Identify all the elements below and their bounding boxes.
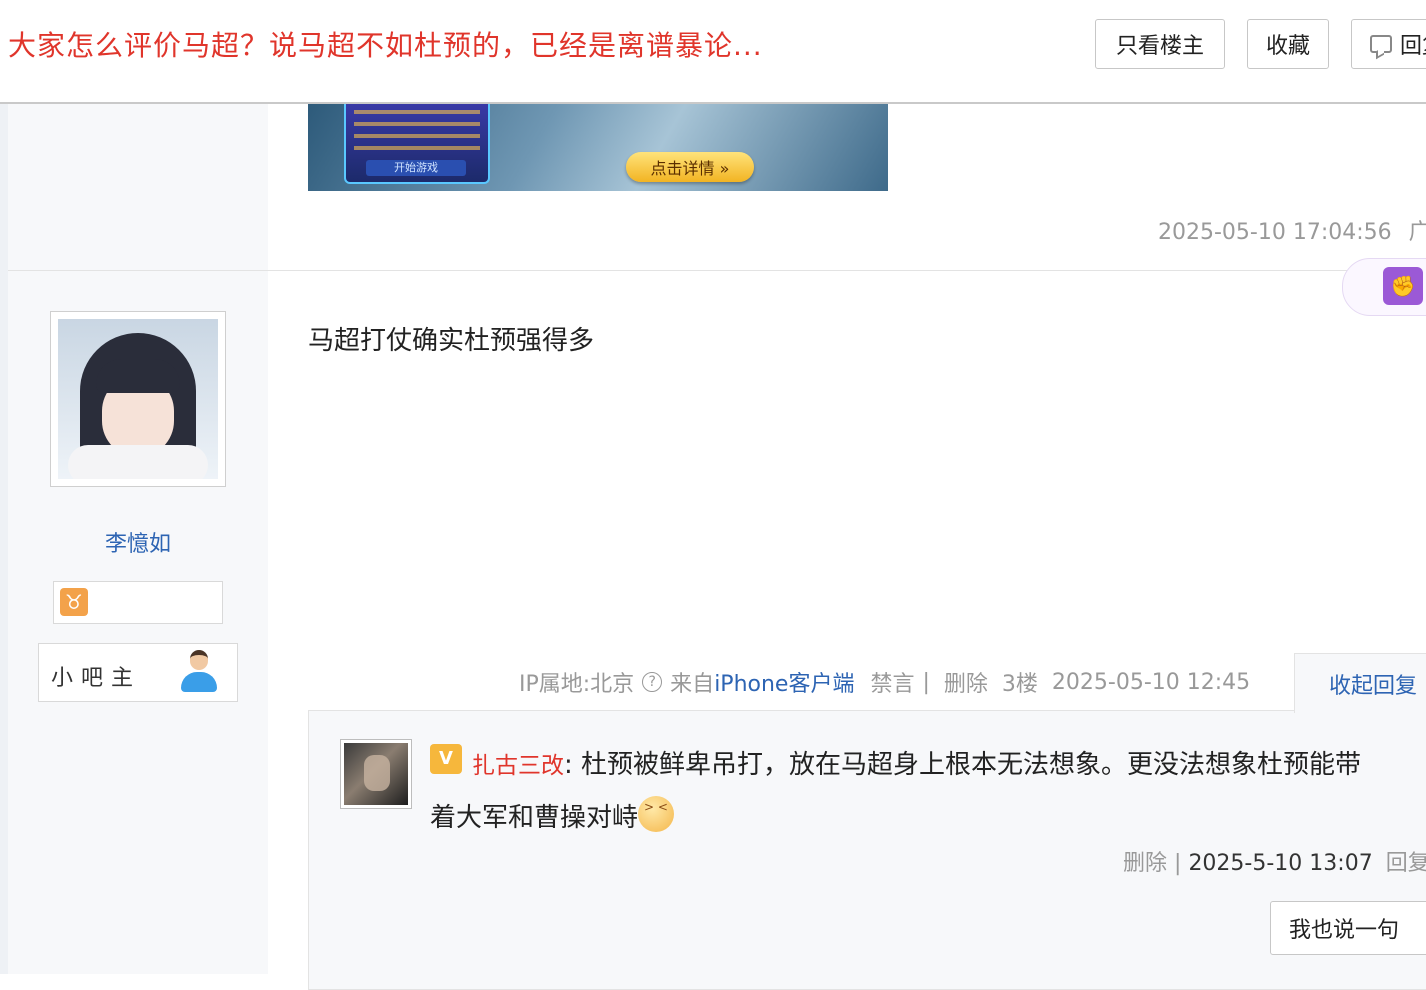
reply-button[interactable]: 回复 bbox=[1351, 19, 1426, 69]
comment-icon bbox=[1370, 35, 1392, 53]
help-icon[interactable]: ? bbox=[642, 672, 663, 692]
ad-banner[interactable]: 开始游戏 点击详情 » bbox=[308, 102, 888, 191]
reply-reply-link[interactable]: 回复 bbox=[1386, 851, 1426, 876]
reply-button-label: 回复 bbox=[1400, 34, 1426, 59]
side-floating-badge[interactable]: ✊ bbox=[1342, 258, 1426, 316]
ad-start-label: 开始游戏 bbox=[366, 160, 466, 176]
ad-timestamp: 2025-05-10 17:04:56 广告 bbox=[1158, 214, 1426, 246]
ban-link[interactable]: 禁言 bbox=[870, 666, 914, 698]
favorite-button[interactable]: 收藏 bbox=[1247, 19, 1329, 69]
ad-time-value: 2025-05-10 17:04:56 bbox=[1158, 220, 1392, 245]
author-name[interactable]: 李憶如 bbox=[8, 526, 268, 558]
add-comment-button[interactable]: 我也说一句 bbox=[1270, 901, 1426, 955]
reply-delete-link[interactable]: 删除 bbox=[1123, 851, 1167, 876]
ad-user-column bbox=[8, 102, 268, 270]
ad-tag: 广告 bbox=[1408, 220, 1426, 245]
thread-title: 大家怎么评价马超？说马超不如杜预的，已经是离谱暴论... bbox=[8, 29, 763, 62]
reply-line-2: 着大军和曹操对峙 bbox=[430, 796, 675, 834]
author-role-box: 小吧主 bbox=[38, 643, 238, 702]
moderator-icon bbox=[181, 650, 217, 694]
post-time: 2025-05-10 12:45 bbox=[1051, 669, 1251, 695]
taurus-icon: ♉ bbox=[60, 588, 88, 616]
fist-icon: ✊ bbox=[1383, 267, 1423, 305]
client-link[interactable]: iPhone客户端 bbox=[714, 672, 854, 697]
reply-meta: 删除 | 2025-5-10 13:07 回复 bbox=[1123, 845, 1426, 877]
reply-meta-separator: | bbox=[1174, 851, 1182, 876]
client-source: 来自iPhone客户端 bbox=[670, 672, 855, 697]
reply-line-1: 扎古三改: 杜预被鲜卑吊打，放在马超身上根本无法想象。更没法想象杜预能带 bbox=[472, 744, 1361, 781]
reply-avatar[interactable] bbox=[340, 739, 412, 809]
laugh-emoji-icon bbox=[638, 796, 675, 832]
thread-header: 大家怎么评价马超？说马超不如杜预的，已经是离谱暴论... 只看楼主 收藏 回复 bbox=[0, 0, 1426, 104]
ad-game-panel: 开始游戏 bbox=[344, 102, 490, 184]
reply-text-1: : 杜预被鲜卑吊打，放在马超身上根本无法想象。更没法想象杜预能带 bbox=[564, 750, 1362, 780]
reply-text-2: 着大军和曹操对峙 bbox=[430, 803, 639, 833]
author-role: 小吧主 bbox=[51, 666, 142, 691]
post-meta: IP属地:北京 ? 来自iPhone客户端 禁言 | 删除 3楼 2025-05… bbox=[519, 666, 1250, 698]
only-op-button[interactable]: 只看楼主 bbox=[1095, 19, 1225, 69]
post-content: 马超打仗确实杜预强得多 bbox=[308, 326, 595, 356]
reply-username[interactable]: 扎古三改 bbox=[472, 753, 564, 779]
collapse-replies-button[interactable]: 收起回复 bbox=[1294, 653, 1426, 713]
reply-time: 2025-5-10 13:07 bbox=[1188, 851, 1373, 876]
floor-number: 3楼 bbox=[1001, 672, 1038, 697]
meta-separator: | bbox=[922, 669, 930, 695]
author-avatar[interactable] bbox=[50, 311, 226, 487]
vip-icon bbox=[430, 744, 462, 774]
author-badge-box: ♉ bbox=[53, 581, 223, 624]
delete-link[interactable]: 删除 bbox=[944, 666, 988, 698]
ad-details-button[interactable]: 点击详情 » bbox=[626, 152, 754, 182]
left-gutter bbox=[0, 0, 8, 974]
ip-location: IP属地:北京 bbox=[519, 672, 635, 697]
avatar-image bbox=[58, 319, 218, 479]
